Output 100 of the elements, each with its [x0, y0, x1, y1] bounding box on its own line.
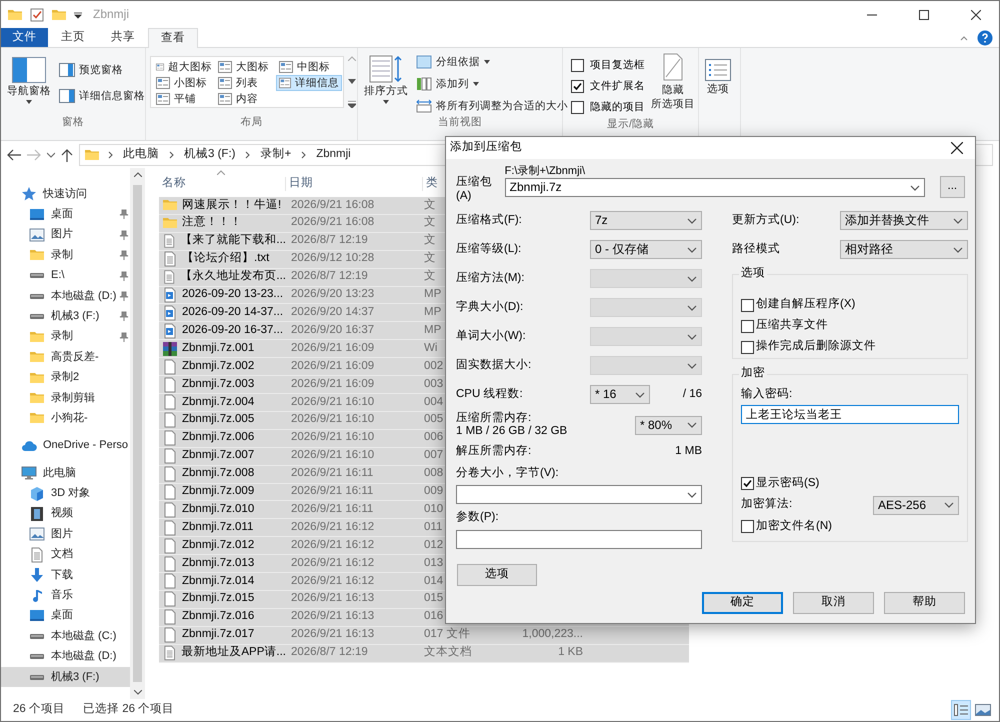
nav-item[interactable]: 此电脑: [1, 463, 130, 484]
nav-item[interactable]: 本地磁盘 (D:): [1, 286, 130, 306]
nav-item[interactable]: 小狗花-: [1, 408, 130, 429]
help-button[interactable]: 帮助: [884, 592, 965, 614]
ribbon-tab[interactable]: 主页: [48, 28, 98, 47]
nav-item[interactable]: 机械3 (F:): [1, 306, 130, 327]
help-icon[interactable]: [977, 30, 993, 46]
file-icon: [162, 376, 178, 393]
back-icon[interactable]: [7, 148, 21, 160]
layout-option[interactable]: 小图标: [153, 75, 215, 91]
volume-size-field[interactable]: [456, 485, 702, 504]
checkbox[interactable]: [571, 80, 584, 93]
layout-option[interactable]: 平铺: [153, 91, 215, 107]
dropdown[interactable]: * 16: [590, 385, 650, 404]
nav-item[interactable]: 桌面: [1, 204, 130, 225]
checkbox[interactable]: [571, 101, 584, 114]
breadcrumb[interactable]: 此电脑: [121, 148, 161, 162]
file-icon: [162, 538, 178, 554]
chevron-right-icon: [169, 150, 174, 158]
group-by-button[interactable]: 分组依据: [414, 53, 570, 71]
nav-item[interactable]: 高贵反差-: [1, 347, 130, 368]
navigation-pane-button[interactable]: 导航窗格: [5, 55, 53, 116]
ribbon-tab[interactable]: 文件: [1, 28, 48, 47]
recent-locations-icon[interactable]: [47, 152, 55, 158]
ribbon-tab[interactable]: 共享: [98, 28, 148, 47]
dropdown-icon[interactable]: [73, 10, 83, 20]
nav-item[interactable]: 录制: [1, 326, 130, 348]
preview-pane-button[interactable]: 预览窗格: [57, 61, 147, 79]
checkbox[interactable]: [741, 520, 754, 533]
file-date: 2026/8/7 12:19: [290, 646, 369, 660]
breadcrumb[interactable]: 录制+: [258, 148, 294, 162]
properties-icon[interactable]: [29, 6, 45, 22]
nav-item[interactable]: 下载: [1, 565, 130, 586]
nav-item[interactable]: 机械3 (F:): [1, 666, 130, 688]
nav-item[interactable]: 文档: [1, 544, 130, 566]
file-type: 文本文档: [424, 646, 472, 658]
layout-option[interactable]: 大图标: [215, 59, 276, 75]
details-pane-button[interactable]: 详细信息窗格: [57, 87, 147, 105]
file-name: Zbnmji.7z.002: [182, 360, 254, 374]
encryption-method-dropdown[interactable]: AES-256: [873, 496, 959, 514]
file-size: 1 KB: [558, 646, 583, 658]
nav-item[interactable]: 音乐: [1, 585, 130, 606]
dropdown[interactable]: 0 - 仅存储: [590, 240, 702, 259]
options-button[interactable]: 选项: [457, 564, 537, 586]
dropdown[interactable]: * 80%: [635, 416, 702, 434]
file-row[interactable]: Zbnmji.7z.017 2026/9/21 16:13 017 文件 1,000,223...: [159, 626, 689, 645]
checkbox[interactable]: [571, 59, 584, 72]
nav-item[interactable]: 桌面: [1, 606, 130, 626]
layout-option[interactable]: 中图标: [276, 59, 342, 75]
nav-item[interactable]: E:\: [1, 266, 130, 286]
update-mode-dropdown[interactable]: 添加并替换文件: [840, 211, 968, 230]
size-columns-button[interactable]: 将所有列调整为合适的大小: [414, 97, 570, 115]
browse-button[interactable]: ...: [940, 176, 965, 198]
layout-option[interactable]: 超大图标: [153, 59, 215, 75]
field-label: 输入密码:: [741, 388, 794, 402]
nav-item[interactable]: OneDrive - Perso: [1, 436, 130, 456]
file-name: 2026-09-20 16-37...: [182, 324, 284, 338]
nav-item[interactable]: 本地磁盘 (D:): [1, 646, 130, 667]
nav-item[interactable]: 图片: [1, 524, 130, 545]
password-field[interactable]: 上老王论坛当老王: [741, 404, 959, 424]
chevron-icon: [953, 246, 963, 252]
nav-item[interactable]: 快速访问: [1, 184, 130, 204]
nav-item[interactable]: 录制2: [1, 368, 130, 388]
checkbox[interactable]: [741, 298, 754, 312]
nav-item[interactable]: 录制: [1, 245, 130, 266]
column-header[interactable]: 名称: [159, 177, 286, 191]
cancel-button[interactable]: 取消: [793, 592, 874, 614]
up-icon[interactable]: [61, 148, 73, 162]
breadcrumb[interactable]: 机械3 (F:): [182, 148, 238, 162]
file-type: 003: [424, 378, 444, 390]
file-row[interactable]: 最新地址及APP请... 2026/8/7 12:19 文本文档 1 KB: [159, 644, 689, 663]
desktop-icon: [29, 206, 45, 223]
layout-option[interactable]: 列表: [215, 75, 276, 91]
nav-item[interactable]: 图片: [1, 224, 130, 246]
checkbox[interactable]: [741, 477, 754, 490]
column-header[interactable]: 日期: [286, 177, 423, 191]
layout-option[interactable]: 内容: [215, 91, 276, 107]
nav-item[interactable]: 本地磁盘 (C:): [1, 626, 130, 647]
checkbox[interactable]: [741, 340, 754, 354]
dropdown[interactable]: 7z: [590, 211, 702, 230]
group-title: 当前视图: [437, 116, 483, 130]
path-mode-dropdown[interactable]: 相对路径: [840, 240, 968, 259]
checkbox[interactable]: [741, 320, 754, 333]
add-column-button[interactable]: 添加列: [414, 75, 570, 93]
scroll-down-icon[interactable]: [348, 78, 356, 84]
expand-gallery-icon[interactable]: [348, 101, 356, 108]
breadcrumb[interactable]: Zbnmji: [314, 148, 353, 162]
nav-item[interactable]: 3D 对象: [1, 483, 130, 504]
archive-name-field[interactable]: Zbnmji.7z: [504, 178, 925, 197]
options-button[interactable]: 选项: [703, 57, 733, 116]
ok-button[interactable]: 确定: [702, 592, 783, 614]
nav-item[interactable]: 视频: [1, 504, 130, 524]
layout-option[interactable]: 详细信息: [276, 75, 342, 91]
parameters-field[interactable]: [456, 530, 702, 549]
details-view-button[interactable]: [951, 700, 971, 720]
ribbon-tab[interactable]: 查看: [148, 28, 198, 48]
scrollbar[interactable]: [130, 168, 145, 699]
hide-selected-button[interactable]: 隐藏 所选项目: [649, 51, 697, 118]
sort-button[interactable]: 排序方式: [362, 53, 410, 116]
nav-item[interactable]: 录制剪辑: [1, 388, 130, 408]
